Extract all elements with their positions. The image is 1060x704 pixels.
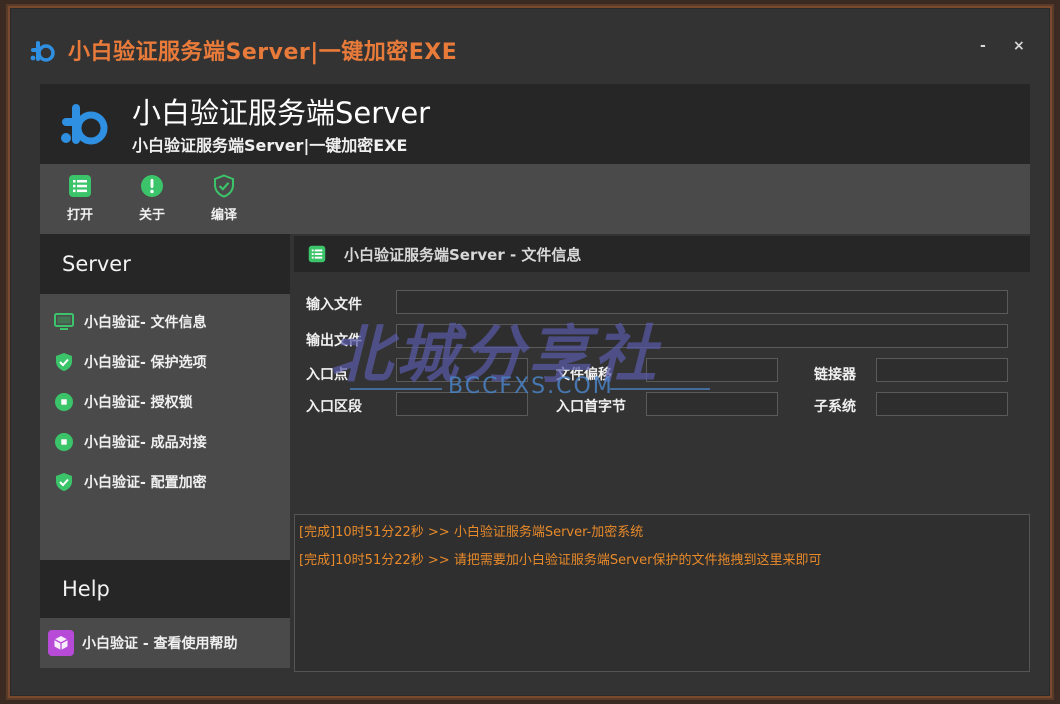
sidebar-item-file-info[interactable]: 小白验证- 文件信息 bbox=[40, 302, 290, 342]
sidebar-item-config-encrypt[interactable]: 小白验证- 配置加密 bbox=[40, 462, 290, 502]
sidebar-item-label: 小白验证- 授权锁 bbox=[84, 395, 193, 411]
panel-title: 小白验证服务端Server - 文件信息 bbox=[344, 245, 582, 264]
log-line: [完成]10时51分22秒 >> 小白验证服务端Server-加密系统 bbox=[299, 525, 644, 540]
list-icon bbox=[69, 175, 91, 197]
sidebar: Server 小白验证- 文件信息 小白验证- 保护选项 小白验证- 授权锁 小… bbox=[40, 234, 290, 564]
sidebar-item-protect-options[interactable]: 小白验证- 保护选项 bbox=[40, 342, 290, 382]
watermark-line-right bbox=[610, 388, 710, 390]
shield-check-icon bbox=[56, 353, 72, 371]
subsystem-field[interactable] bbox=[876, 392, 1008, 416]
input-file-label: 输入文件 bbox=[306, 297, 362, 313]
list-icon bbox=[308, 245, 326, 263]
sidebar-item-label: 小白验证- 配置加密 bbox=[84, 475, 207, 491]
panel-header: 小白验证服务端Server - 文件信息 bbox=[294, 236, 1030, 272]
file-offset-label: 文件偏移 bbox=[556, 367, 612, 383]
close-button[interactable]: × bbox=[1013, 38, 1025, 54]
sidebar-item-license-lock[interactable]: 小白验证- 授权锁 bbox=[40, 382, 290, 422]
circle-dot-icon bbox=[55, 433, 73, 451]
header-subtitle: 小白验证服务端Server|一键加密EXE bbox=[132, 136, 408, 155]
server-section-title: Server bbox=[40, 234, 290, 294]
compile-button-label: 编译 bbox=[210, 208, 237, 223]
monitor-icon bbox=[54, 313, 74, 330]
linker-field[interactable] bbox=[876, 358, 1008, 382]
entry-first-byte-label: 入口首字节 bbox=[556, 399, 626, 415]
entry-first-byte-field[interactable] bbox=[646, 392, 778, 416]
help-item-label: 小白验证 - 查看使用帮助 bbox=[82, 636, 238, 652]
app-logo-large-icon bbox=[61, 104, 108, 145]
shield-check-icon bbox=[56, 473, 72, 491]
minimize-button[interactable]: - bbox=[980, 38, 986, 54]
open-button[interactable]: 打开 bbox=[50, 174, 110, 223]
about-button[interactable]: 关于 bbox=[122, 174, 182, 223]
about-button-label: 关于 bbox=[138, 208, 165, 223]
entry-section-field[interactable] bbox=[396, 392, 528, 416]
sidebar-item-label: 小白验证- 成品对接 bbox=[84, 435, 207, 451]
open-button-label: 打开 bbox=[66, 208, 93, 223]
app-header: 小白验证服务端Server 小白验证服务端Server|一键加密EXE bbox=[40, 84, 1030, 164]
cube-icon bbox=[48, 630, 74, 656]
app-window: 小白验证服务端Server|一键加密EXE - × 小白验证服务端Server … bbox=[8, 6, 1052, 698]
output-file-field[interactable] bbox=[396, 324, 1008, 348]
shield-icon bbox=[214, 174, 234, 198]
watermark-line-left bbox=[350, 388, 442, 390]
info-icon bbox=[141, 175, 163, 197]
header-title: 小白验证服务端Server bbox=[132, 96, 431, 130]
sidebar-item-help[interactable]: 小白验证 - 查看使用帮助 bbox=[40, 618, 290, 668]
log-output[interactable]: [完成]10时51分22秒 >> 小白验证服务端Server-加密系统 [完成]… bbox=[294, 514, 1030, 672]
linker-label: 链接器 bbox=[814, 367, 856, 383]
server-nav: 小白验证- 文件信息 小白验证- 保护选项 小白验证- 授权锁 小白验证- 成品… bbox=[40, 294, 290, 564]
entry-point-label: 入口点 bbox=[306, 367, 348, 383]
app-logo-icon bbox=[30, 41, 55, 62]
entry-point-field[interactable] bbox=[396, 358, 528, 382]
sidebar-item-label: 小白验证- 文件信息 bbox=[84, 315, 207, 331]
entry-section-label: 入口区段 bbox=[306, 399, 362, 415]
toolbar: 打开 关于 编译 bbox=[40, 164, 1030, 234]
help-section-title: Help bbox=[40, 560, 290, 618]
output-file-label: 输出文件 bbox=[306, 333, 362, 349]
log-line: [完成]10时51分22秒 >> 请把需要加小白验证服务端Server保护的文件… bbox=[299, 553, 822, 568]
file-offset-field[interactable] bbox=[646, 358, 778, 382]
compile-button[interactable]: 编译 bbox=[194, 174, 254, 223]
sidebar-item-label: 小白验证- 保护选项 bbox=[84, 355, 207, 371]
title-bar[interactable]: 小白验证服务端Server|一键加密EXE - × bbox=[10, 8, 1050, 84]
input-file-field[interactable] bbox=[396, 290, 1008, 314]
window-title: 小白验证服务端Server|一键加密EXE bbox=[68, 40, 458, 65]
circle-dot-icon bbox=[55, 393, 73, 411]
sidebar-item-product-docking[interactable]: 小白验证- 成品对接 bbox=[40, 422, 290, 462]
subsystem-label: 子系统 bbox=[814, 399, 856, 415]
